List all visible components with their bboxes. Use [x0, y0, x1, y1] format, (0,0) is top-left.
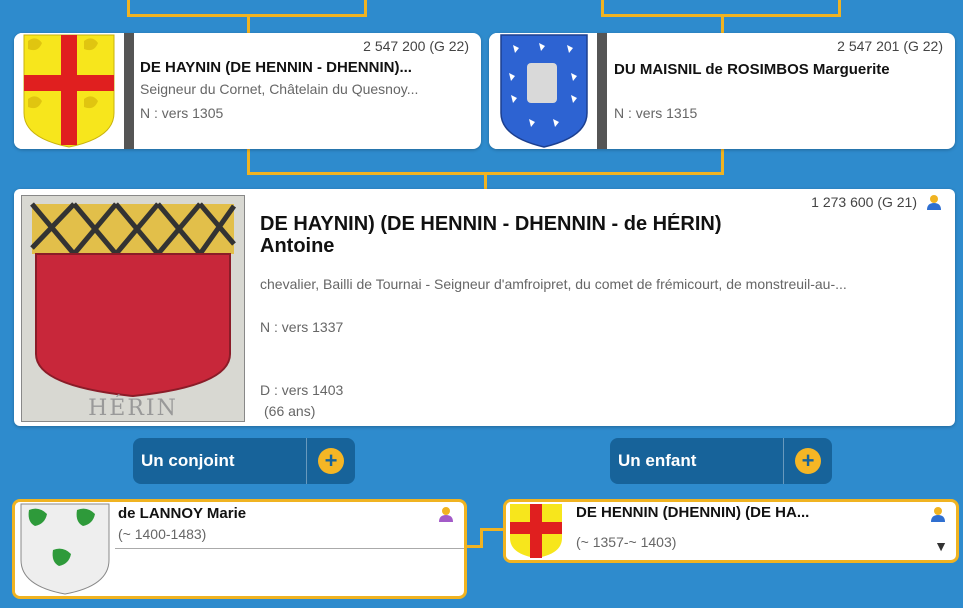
expand-arrow-icon[interactable]: ▼ — [934, 538, 948, 554]
person-title: Seigneur du Cornet, Châtelain du Quesnoy… — [140, 81, 419, 97]
connector-line — [480, 528, 483, 548]
green-lions-shield-icon — [15, 502, 115, 596]
connector-line — [721, 149, 724, 174]
person-surname: DE HAYNIN) (DE HENNIN - DHENNIN - de HÉR… — [260, 213, 722, 235]
person-name: DU MAISNIL de ROSIMBOS Marguerite — [614, 61, 890, 78]
child-dates: (~ 1357-~ 1403) — [576, 534, 677, 550]
male-person-icon — [931, 507, 945, 522]
add-child-plus-area[interactable]: + — [783, 438, 832, 484]
connector-line — [480, 528, 504, 531]
person-firstname: Antoine — [260, 235, 335, 257]
birth-date: N : vers 1315 — [614, 105, 698, 121]
blue-shield-silver-birds-icon — [489, 33, 597, 149]
connector-line — [484, 172, 487, 189]
spouse-name: de LANNOY Marie — [118, 505, 247, 522]
child-card[interactable]: DE HENNIN (DHENNIN) (DE HA... (~ 1357-~ … — [503, 499, 959, 563]
spouse-dates: (~ 1400-1483) — [118, 526, 207, 542]
age-at-death: (66 ans) — [264, 403, 316, 419]
mother-card[interactable]: 2 547 201 (G 22) DU MAISNIL de ROSIMBOS … — [489, 33, 955, 149]
connector-line — [721, 14, 724, 34]
plus-icon: + — [795, 448, 821, 474]
male-person-icon — [927, 195, 941, 210]
main-person-card: HÉRIN 1 273 600 (G 21) DE HAYNIN) (DE HE… — [14, 189, 955, 426]
add-spouse-button[interactable]: Un conjoint + — [133, 438, 355, 484]
sosa-number: 1 273 600 (G 21) — [811, 194, 917, 210]
crest-divider — [597, 33, 607, 149]
plus-icon: + — [318, 448, 344, 474]
female-person-icon — [439, 507, 453, 522]
death-date: D : vers 1403 — [260, 382, 344, 398]
red-cross-yellow-shield-icon — [14, 33, 124, 149]
red-cross-yellow-shield-icon — [506, 502, 566, 560]
connector-line — [247, 149, 250, 174]
birth-date: N : vers 1337 — [260, 319, 344, 335]
father-card[interactable]: 2 547 200 (G 22) DE HAYNIN (DE HENNIN - … — [14, 33, 481, 149]
add-child-label: Un enfant — [618, 451, 697, 470]
child-name: DE HENNIN (DHENNIN) (DE HA... — [576, 504, 810, 521]
add-spouse-plus-area[interactable]: + — [306, 438, 355, 484]
connector-line — [247, 14, 250, 34]
add-child-button[interactable]: Un enfant + — [610, 438, 832, 484]
crest-divider — [124, 33, 134, 149]
crest-image: HÉRIN — [21, 195, 245, 422]
person-titles: chevalier, Bailli de Tournai - Seigneur … — [260, 276, 847, 292]
add-spouse-label: Un conjoint — [141, 451, 235, 470]
card-divider — [115, 548, 464, 549]
birth-date: N : vers 1305 — [140, 105, 224, 121]
sosa-number: 2 547 200 (G 22) — [363, 38, 469, 54]
crest-caption: HÉRIN — [88, 396, 178, 421]
sosa-number: 2 547 201 (G 22) — [837, 38, 943, 54]
spouse-card[interactable]: de LANNOY Marie (~ 1400-1483) — [12, 499, 467, 599]
person-name: DE HAYNIN (DE HENNIN - DHENNIN)... — [140, 59, 412, 76]
